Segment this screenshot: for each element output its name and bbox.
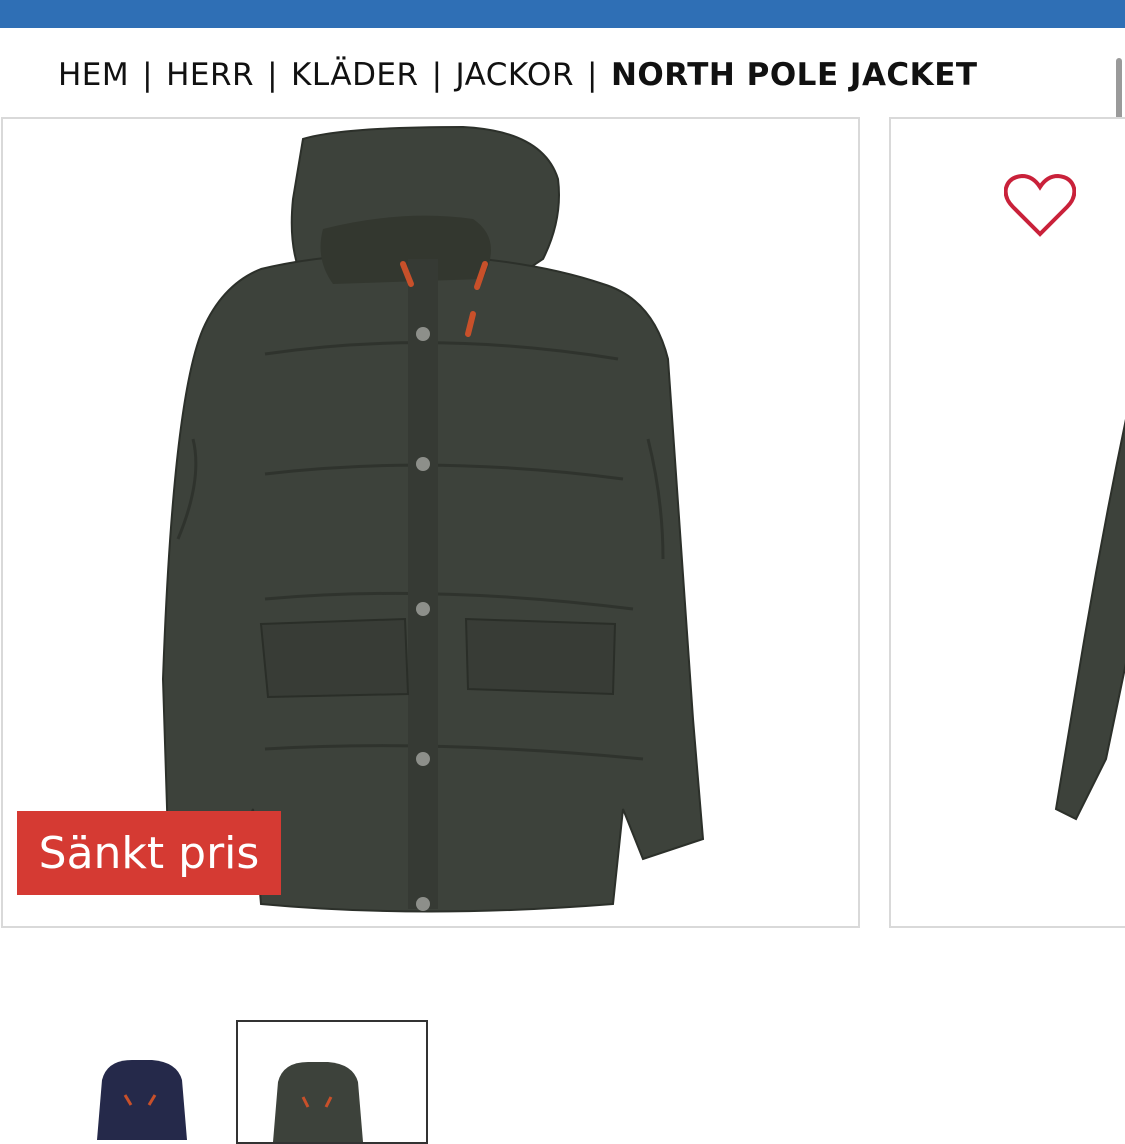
thumbnail-navy[interactable] [47, 1020, 235, 1140]
discount-badge: Sänkt pris [17, 811, 281, 895]
product-image-secondary[interactable] [889, 117, 1125, 928]
breadcrumb-separator: | [142, 57, 154, 93]
jacket-image [161, 125, 705, 913]
jacket-thumbnail [97, 1060, 187, 1140]
product-image-main[interactable]: Sänkt pris [1, 117, 860, 928]
breadcrumb-separator: | [431, 57, 443, 93]
breadcrumb-home[interactable]: HEM [58, 57, 129, 93]
breadcrumb-jackor[interactable]: JACKOR [456, 57, 574, 93]
jacket-thumbnail [273, 1062, 363, 1142]
breadcrumb: HEM | HERR | KLÄDER | JACKOR | NORTH POL… [58, 55, 978, 95]
breadcrumb-herr[interactable]: HERR [166, 57, 254, 93]
thumbnail-olive[interactable] [236, 1020, 428, 1144]
breadcrumb-klader[interactable]: KLÄDER [291, 57, 419, 93]
breadcrumb-current: NORTH POLE JACKET [610, 57, 978, 93]
breadcrumb-separator: | [587, 57, 598, 93]
breadcrumb-separator: | [267, 57, 279, 93]
jacket-image-partial [1054, 418, 1125, 821]
top-bar [0, 0, 1125, 28]
